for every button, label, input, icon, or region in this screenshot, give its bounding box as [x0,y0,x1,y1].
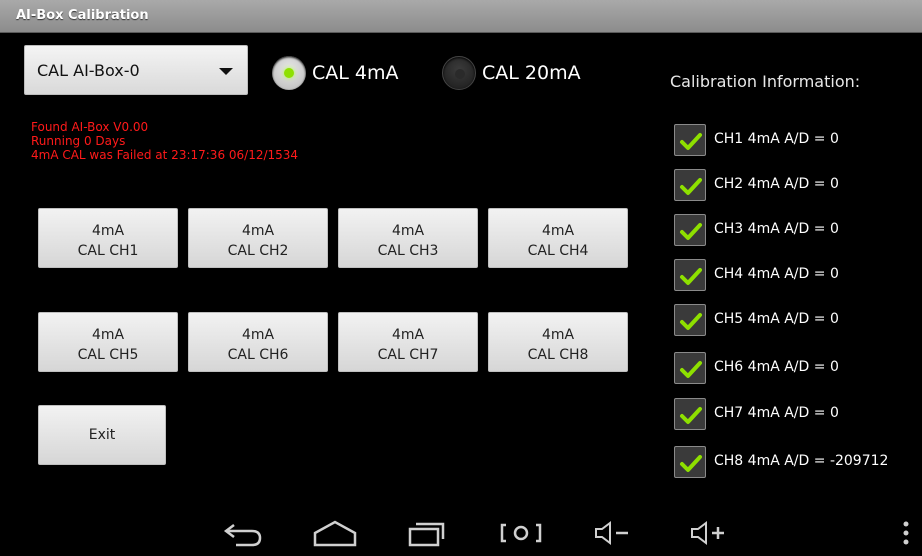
back-icon[interactable] [222,519,264,547]
radio-cal-4ma-label: CAL 4mA [312,62,399,84]
home-icon[interactable] [312,519,358,547]
cal-info-label: CH6 4mA A/D = 0 [714,359,839,375]
cal-info-label: CH8 4mA A/D = -209712 [714,453,889,469]
checkbox-ch6[interactable] [674,352,706,384]
checkmark-icon [680,407,702,424]
screenshot-icon[interactable] [498,519,544,547]
cal-ch6-button[interactable]: 4mA CAL CH6 [188,312,328,372]
button-line2: CAL CH4 [527,243,589,259]
cal-ch7-button[interactable]: 4mA CAL CH7 [338,312,478,372]
chevron-down-icon [219,68,233,75]
cal-ch2-button[interactable]: 4mA CAL CH2 [188,208,328,268]
button-line1: 4mA [241,327,275,343]
status-line-cal-result: 4mA CAL was Failed at 23:17:36 06/12/153… [31,148,299,162]
cal-info-label: CH2 4mA A/D = 0 [714,176,839,192]
device-select-value: CAL AI-Box-0 [37,61,140,80]
cal-ch3-button[interactable]: 4mA CAL CH3 [338,208,478,268]
radio-cal-20ma-label: CAL 20mA [482,62,581,84]
checkmark-icon [680,455,702,472]
button-line1: 4mA [91,223,125,239]
button-line2: CAL CH2 [227,243,289,259]
checkmark-icon [680,313,702,330]
cal-info-label: CH1 4mA A/D = 0 [714,131,839,147]
checkmark-icon [680,223,702,240]
volume-up-icon[interactable] [688,519,728,547]
checkmark-icon [680,178,702,195]
device-select[interactable]: CAL AI-Box-0 [24,45,248,95]
checkbox-ch2[interactable] [674,169,706,201]
cal-ch8-button[interactable]: 4mA CAL CH8 [488,312,628,372]
checkbox-ch4[interactable] [674,259,706,291]
status-line-version: Found AI-Box V0.00 [31,120,149,134]
checkbox-ch3[interactable] [674,214,706,246]
checkmark-icon [680,268,702,285]
cal-info-label: CH7 4mA A/D = 0 [714,405,839,421]
status-line-running: Running 0 Days [31,134,126,148]
recent-apps-icon[interactable] [407,519,447,547]
cal-info-label: CH4 4mA A/D = 0 [714,266,839,282]
checkmark-icon [680,133,702,150]
volume-down-icon[interactable] [592,519,632,547]
checkbox-ch8[interactable] [674,446,706,478]
button-line2: CAL CH1 [77,243,139,259]
button-line2: CAL CH8 [527,347,589,363]
status-text: Found AI-Box V0.00 Running 0 Days 4mA CA… [31,120,298,162]
cal-info-label: CH5 4mA A/D = 0 [714,311,839,327]
button-line1: 4mA [91,327,125,343]
button-line1: 4mA [541,327,575,343]
overflow-menu-icon[interactable] [900,519,912,547]
title-bar: AI-Box Calibration [0,0,922,33]
button-line1: 4mA [541,223,575,239]
button-line2: CAL CH6 [227,347,289,363]
button-line1: 4mA [391,327,425,343]
system-navigation-bar [0,505,922,556]
cal-ch4-button[interactable]: 4mA CAL CH4 [488,208,628,268]
checkmark-icon [680,361,702,378]
cal-ch5-button[interactable]: 4mA CAL CH5 [38,312,178,372]
radio-selected-icon [272,56,306,90]
exit-button-label: Exit [88,427,116,443]
checkbox-ch7[interactable] [674,398,706,430]
button-line1: 4mA [241,223,275,239]
button-line2: CAL CH3 [377,243,439,259]
cal-info-label: CH3 4mA A/D = 0 [714,221,839,237]
button-line2: CAL CH5 [77,347,139,363]
button-line1: 4mA [391,223,425,239]
calibration-info-title: Calibration Information: [670,72,861,91]
radio-unselected-icon [442,56,476,90]
exit-button[interactable]: Exit [38,405,166,465]
button-line2: CAL CH7 [377,347,439,363]
cal-ch1-button[interactable]: 4mA CAL CH1 [38,208,178,268]
checkbox-ch5[interactable] [674,304,706,336]
checkbox-ch1[interactable] [674,124,706,156]
app-title: AI-Box Calibration [16,8,149,23]
